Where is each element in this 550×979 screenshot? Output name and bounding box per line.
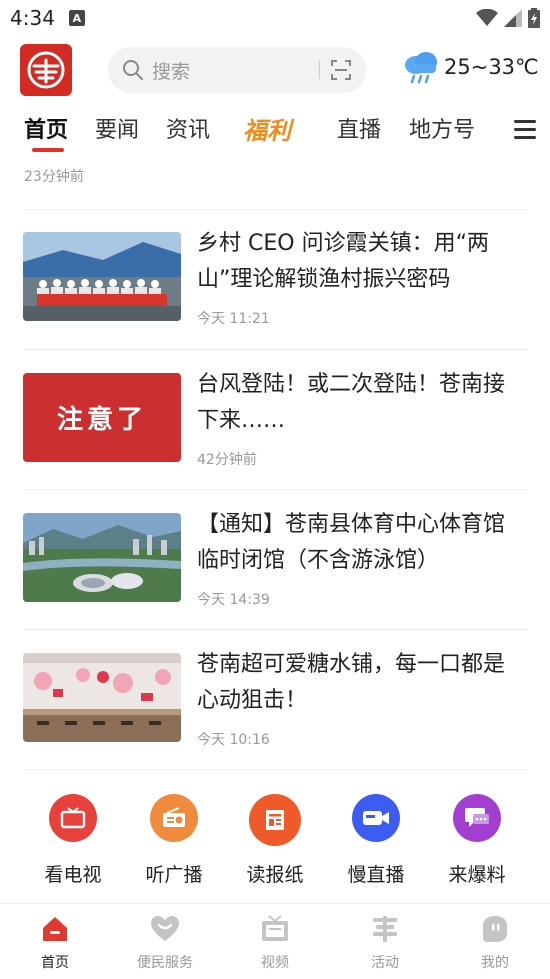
tab-headlines[interactable]: 要闻	[95, 108, 139, 154]
message-icon	[453, 794, 501, 842]
search-icon	[123, 60, 143, 80]
quick-entry-label: 读报纸	[246, 864, 304, 886]
news-item[interactable]: 乡村 CEO 问诊霞关镇：用“两山”理论解锁渔村振兴密码 今天 11:21	[0, 231, 550, 352]
news-title: 【通知】苍南县体育中心体育馆临时闭馆（不含游泳馆）	[197, 512, 506, 573]
news-thumbnail	[23, 232, 181, 321]
search-divider	[319, 61, 320, 79]
nav-video[interactable]: 视频	[220, 914, 330, 972]
news-title: 乡村 CEO 问诊霞关镇：用“两山”理论解锁渔村振兴密码	[197, 231, 489, 292]
quick-entry-slow-live[interactable]: 慢直播	[326, 794, 426, 887]
quick-entry-label: 慢直播	[347, 864, 405, 886]
video-camera-icon	[352, 794, 400, 842]
tab-live[interactable]: 直播	[337, 108, 381, 154]
quick-entry-label: 看电视	[44, 864, 102, 886]
nav-home[interactable]: 首页	[0, 914, 110, 972]
thumbnail-text: 注意了	[56, 405, 147, 435]
nav-label: 活动	[371, 955, 399, 971]
news-thumbnail	[23, 653, 181, 742]
search-placeholder: 搜索	[152, 60, 191, 83]
notification-a-icon: A	[68, 10, 85, 26]
heart-icon	[150, 914, 180, 944]
nav-label: 视频	[261, 955, 289, 971]
divider	[24, 489, 528, 490]
news-time: 今天 14:39	[197, 592, 270, 608]
news-title: 台风登陆！或二次登陆！苍南接下来……	[197, 372, 506, 433]
menu-icon[interactable]	[514, 120, 536, 140]
quick-entry-tv[interactable]: 看电视	[23, 794, 123, 887]
tab-local[interactable]: 地方号	[409, 108, 475, 154]
divider	[24, 629, 528, 630]
nav-label: 便民服务	[137, 955, 193, 971]
news-time: 今天 10:16	[197, 732, 270, 748]
news-thumbnail: 注意了	[23, 373, 181, 462]
channel-tabs: 首页 要闻 资讯 福利 直播 地方号	[0, 108, 550, 158]
divider	[24, 209, 528, 210]
news-thumbnail	[23, 513, 181, 602]
quick-entry-newspaper[interactable]: 读报纸	[225, 794, 325, 887]
radio-icon	[150, 794, 198, 842]
tv-icon	[49, 794, 97, 842]
previous-item-time: 23分钟前	[24, 169, 84, 185]
quick-entry-radio[interactable]: 听广播	[124, 794, 224, 887]
video-icon	[260, 914, 290, 944]
search-bar[interactable]: 搜索	[108, 47, 366, 93]
wifi-icon	[476, 9, 498, 26]
news-item[interactable]: 注意了 台风登陆！或二次登陆！苍南接下来…… 42分钟前	[0, 372, 550, 493]
profile-icon	[480, 914, 510, 944]
nav-profile[interactable]: 我的	[440, 914, 550, 972]
bottom-navigation: 首页 便民服务 视频 活动 我的	[0, 903, 550, 979]
status-time: 4:34	[10, 6, 55, 30]
battery-icon	[528, 8, 540, 28]
news-time: 今天 11:21	[197, 311, 270, 327]
weather-widget[interactable]: 25~33℃	[402, 50, 539, 84]
scan-icon[interactable]	[330, 59, 352, 81]
quick-entry-bar: 看电视 听广播 读报纸 慢直播 来爆料	[0, 794, 550, 894]
news-item[interactable]: 【通知】苍南县体育中心体育馆临时闭馆（不含游泳馆） 今天 14:39	[0, 512, 550, 633]
activity-icon	[370, 914, 400, 944]
home-icon	[40, 914, 70, 944]
divider	[24, 769, 528, 770]
top-header: 搜索 25~33℃	[0, 42, 550, 98]
quick-entry-label: 来爆料	[448, 864, 506, 886]
tab-news[interactable]: 资讯	[166, 108, 210, 154]
tab-welfare[interactable]: 福利	[243, 108, 291, 154]
quick-entry-label: 听广播	[145, 864, 203, 886]
tab-active-indicator	[32, 148, 64, 152]
app-logo[interactable]	[20, 44, 72, 96]
nav-services[interactable]: 便民服务	[110, 914, 220, 972]
nav-activity[interactable]: 活动	[330, 914, 440, 972]
signal-icon	[504, 9, 522, 27]
news-title: 苍南超可爱糖水铺，每一口都是心动狙击！	[197, 652, 506, 713]
divider	[24, 349, 528, 350]
weather-temperature: 25~33℃	[444, 55, 539, 79]
status-bar: 4:34 A	[0, 0, 550, 36]
quick-entry-report[interactable]: 来爆料	[427, 794, 527, 887]
nav-label: 首页	[41, 955, 69, 971]
news-item[interactable]: 苍南超可爱糖水铺，每一口都是心动狙击！ 今天 10:16	[0, 652, 550, 773]
cloud-rain-icon	[405, 52, 437, 84]
newspaper-icon	[249, 794, 301, 846]
news-time: 42分钟前	[197, 452, 257, 468]
nav-label: 我的	[481, 955, 509, 971]
